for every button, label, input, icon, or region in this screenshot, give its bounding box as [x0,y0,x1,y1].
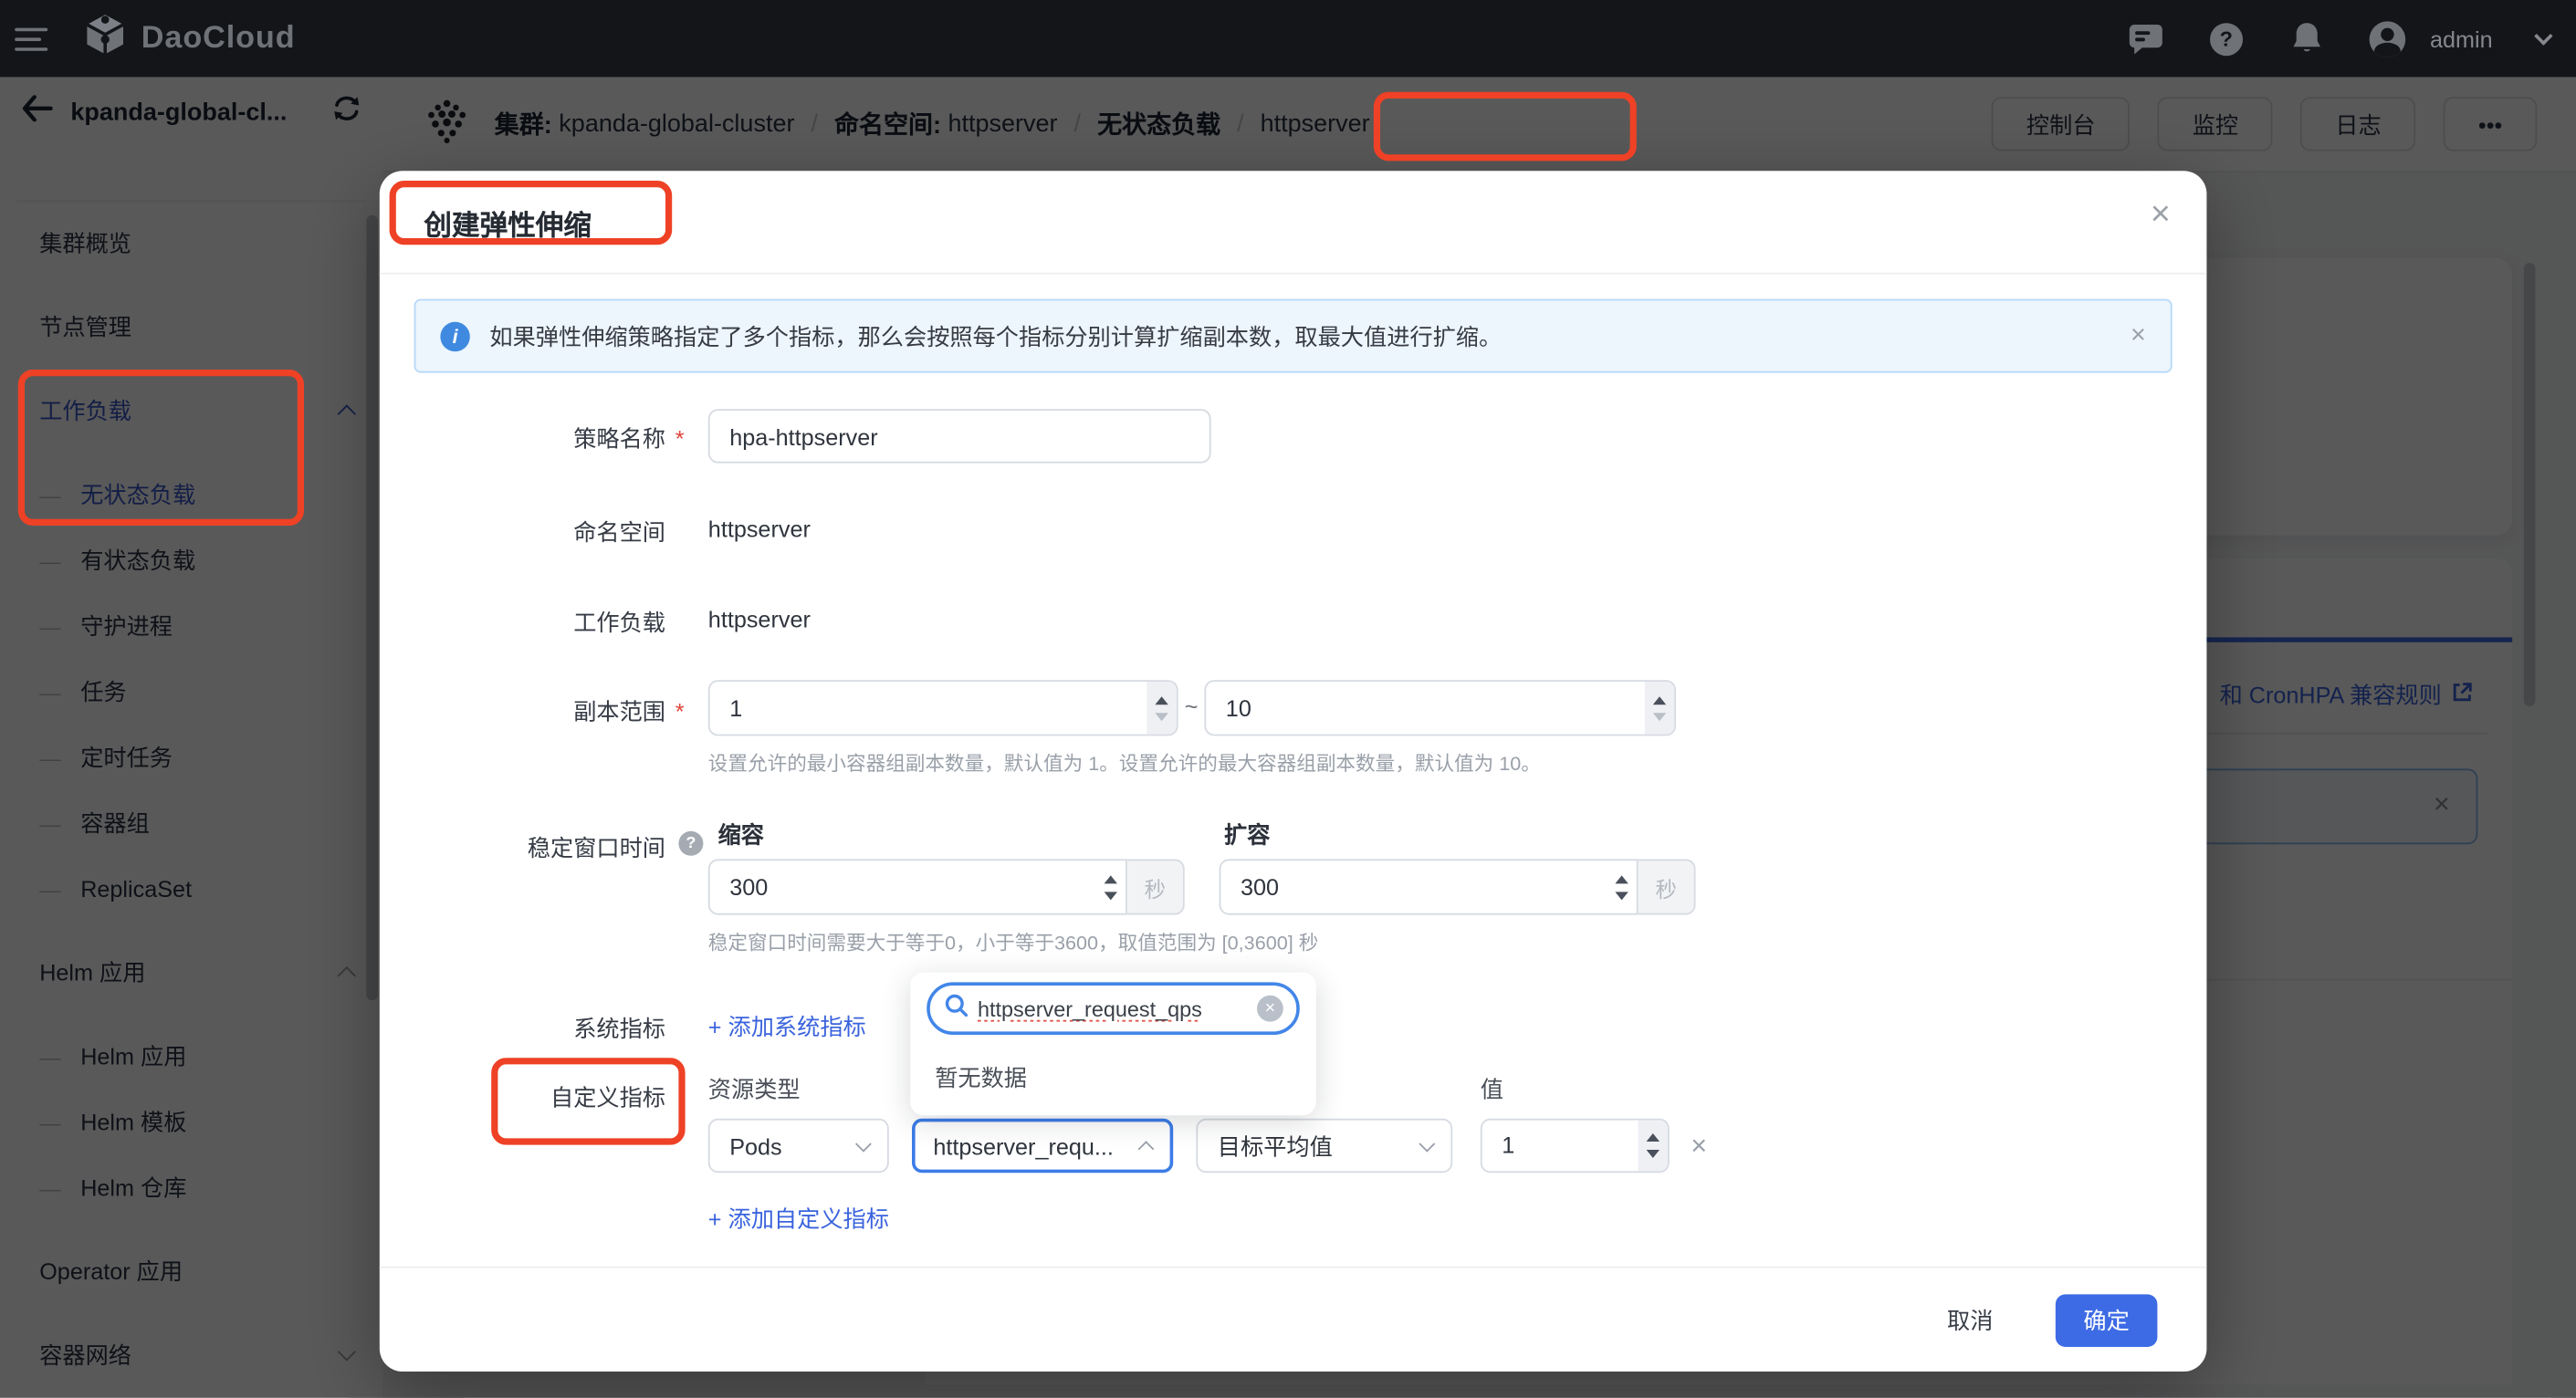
app-stage: DaoCloud ? admin kpanda-global-cl... [0,0,2576,1398]
search-icon [945,993,968,1024]
stepper-down-icon[interactable] [1647,1150,1660,1158]
stepper-down-icon[interactable] [1105,892,1117,900]
stepper-up-icon[interactable] [1647,1133,1660,1142]
replica-max-input[interactable]: 10 [1204,680,1676,736]
metric-value-input[interactable]: 1 [1481,1119,1670,1173]
help-circle-icon[interactable]: ? [678,831,703,856]
logo-text: DaoCloud [141,21,296,57]
stepper-up-icon[interactable] [1155,695,1168,704]
help-icon[interactable]: ? [2208,21,2245,57]
custom-metrics-label: 自定义指标 [380,1080,665,1113]
clear-search-icon[interactable]: × [1257,996,1283,1022]
policy-name-label: 策略名称* [380,423,665,455]
stability-window-help: 稳定窗口时间需要大于等于0，小于等于3600，取值范围为 [0,3600] 秒 [708,928,1319,956]
scale-up-input[interactable]: 300 [1220,859,1639,914]
cancel-button[interactable]: 取消 [1937,1302,2003,1339]
chevron-down-icon [1419,1135,1435,1152]
confirm-button[interactable]: 确定 [2056,1294,2158,1347]
daocloud-logo[interactable]: DaoCloud [84,13,296,64]
policy-name-input[interactable]: hpa-httpserver [708,409,1211,463]
resource-type-select[interactable]: Pods [708,1119,889,1173]
user-chevron-down-icon[interactable] [2534,26,2552,45]
stepper-up-icon[interactable] [1105,875,1117,883]
add-custom-metric-link[interactable]: + 添加自定义指标 [708,1203,889,1236]
stability-window-label: 稳定窗口时间? [380,831,665,864]
message-icon[interactable] [2128,21,2164,57]
chevron-up-icon [1138,1140,1155,1156]
bell-icon[interactable] [2288,21,2325,57]
info-banner-text: 如果弹性伸缩策略指定了多个指标，那么会按照每个指标分别计算扩缩副本数，取最大值进… [489,319,2110,352]
replica-range-label: 副本范围* [380,694,665,727]
scale-down-input[interactable]: 300 [708,859,1127,914]
username-label: admin [2430,26,2493,52]
remove-metric-icon[interactable]: × [1691,1132,1707,1160]
user-avatar[interactable] [2369,21,2405,57]
metric-search-dropdown: httpserver_request_qps × 暂无数据 [910,973,1316,1116]
banner-close-icon[interactable]: × [2131,321,2146,350]
stepper-down-icon[interactable] [1615,892,1628,900]
top-bar: DaoCloud ? admin [0,0,2576,78]
workload-label: 工作负载 [380,606,665,639]
info-banner: i 如果弹性伸缩策略指定了多个指标，那么会按照每个指标分别计算扩缩副本数，取最大… [414,299,2173,373]
modal-title: 创建弹性伸缩 [424,202,592,243]
seconds-addon: 秒 [1127,859,1185,914]
modal-footer: 取消 确定 [380,1267,2207,1372]
no-data-text: 暂无数据 [935,1061,1027,1094]
replica-min-input[interactable]: 1 [708,680,1178,736]
modal-close-icon[interactable]: × [2151,197,2171,232]
metric-search-input[interactable]: httpserver_request_qps [978,996,1247,1021]
namespace-value: httpserver [708,516,811,542]
stepper-down-icon[interactable] [1155,712,1168,720]
add-system-metric-link[interactable]: + 添加系统指标 [708,1010,866,1043]
metric-search-box[interactable]: httpserver_request_qps × [927,982,1300,1035]
namespace-label: 命名空间 [380,516,665,548]
range-separator: ~ [1185,694,1199,720]
workload-value: httpserver [708,606,811,632]
cube-logo-icon [84,13,127,64]
stepper-up-icon[interactable] [1615,875,1628,883]
replica-range-help: 设置允许的最小容器组副本数量，默认值为 1。设置允许的最大容器组副本数量，默认值… [708,749,1541,777]
seconds-addon: 秒 [1639,859,1696,914]
stepper-down-icon[interactable] [1653,712,1666,720]
chevron-down-icon [855,1135,872,1152]
scale-down-label: 缩容 [718,818,764,850]
metric-name-select[interactable]: httpserver_requ... [912,1119,1173,1173]
target-type-select[interactable]: 目标平均值 [1196,1119,1452,1173]
resource-type-label: 资源类型 [708,1072,801,1105]
stepper-up-icon[interactable] [1653,695,1666,704]
info-icon: i [440,321,469,350]
value-label: 值 [1481,1072,1503,1105]
hamburger-menu-icon[interactable] [15,27,47,50]
system-metrics-label: 系统指标 [380,1012,665,1045]
scale-up-label: 扩容 [1224,818,1270,850]
create-hpa-modal: 创建弹性伸缩 × i 如果弹性伸缩策略指定了多个指标，那么会按照每个指标分别计算… [380,171,2207,1372]
